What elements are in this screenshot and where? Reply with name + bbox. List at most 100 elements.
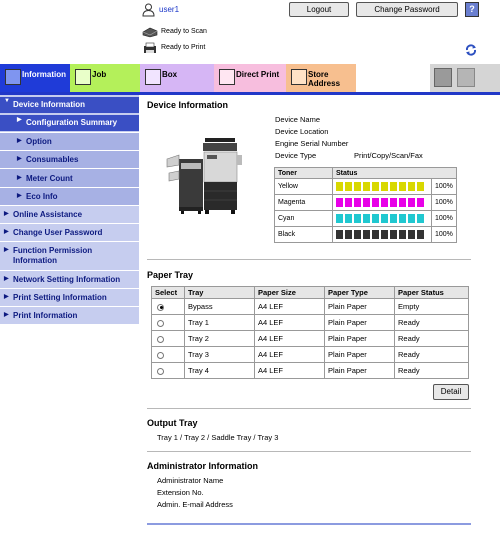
sidebar-item-label: Meter Count bbox=[26, 174, 73, 183]
tab-store-address[interactable]: Store Address bbox=[286, 64, 356, 92]
sidebar-item-label: Consumables bbox=[26, 155, 79, 164]
toner-segment bbox=[390, 214, 397, 223]
toner-segment bbox=[363, 230, 370, 239]
change-password-button[interactable]: Change Password bbox=[356, 2, 458, 17]
paper-type-header: Paper Type bbox=[324, 286, 395, 299]
sidebar-item-label: Configuration Summary bbox=[26, 118, 118, 127]
toner-segment bbox=[345, 182, 352, 191]
tab-information[interactable]: Information bbox=[0, 64, 70, 92]
tab-job[interactable]: Job bbox=[70, 64, 140, 92]
table-row: Tray 1 A4 LEF Plain Paper Ready bbox=[151, 314, 469, 331]
toner-segment bbox=[390, 230, 397, 239]
toner-segment bbox=[336, 214, 343, 223]
sidebar-item-label: Device Information bbox=[13, 100, 86, 109]
sidebar-item-label: Option bbox=[26, 137, 52, 146]
refresh-icon[interactable] bbox=[464, 43, 478, 57]
toner-level-bar bbox=[332, 194, 432, 211]
toner-segment bbox=[399, 230, 406, 239]
toner-segment bbox=[354, 230, 361, 239]
admin-info-title: Administrator Information bbox=[147, 461, 259, 471]
sidebar-item-print-information[interactable]: ▶ Print Information bbox=[0, 307, 139, 324]
bottom-divider bbox=[147, 523, 471, 525]
toner-segment bbox=[408, 214, 415, 223]
settings-device-icon[interactable] bbox=[434, 68, 452, 87]
section-divider bbox=[147, 408, 471, 409]
tray-radio-tray4[interactable] bbox=[157, 367, 164, 375]
sidebar-item-meter-count[interactable]: ▶ Meter Count bbox=[0, 169, 139, 187]
section-divider bbox=[147, 259, 471, 260]
device-location-label: Device Location bbox=[275, 127, 329, 136]
toner-segment bbox=[390, 182, 397, 191]
sidebar-item-eco-info[interactable]: ▶ Eco Info bbox=[0, 188, 139, 205]
help-button[interactable]: ? bbox=[465, 2, 479, 17]
copier-device-image bbox=[166, 138, 242, 214]
detail-button[interactable]: Detail bbox=[433, 384, 469, 400]
toner-level: 100% bbox=[431, 210, 457, 227]
toner-name: Yellow bbox=[274, 178, 333, 195]
sidebar-item-online-assistance[interactable]: ▶ Online Assistance bbox=[0, 206, 139, 223]
admin-name-label: Administrator Name bbox=[157, 476, 224, 485]
tray-radio-tray1[interactable] bbox=[157, 319, 164, 327]
sidebar-item-device-information[interactable]: ▼ Device Information bbox=[0, 97, 139, 113]
tab-direct-print-label: Direct Print bbox=[236, 70, 280, 79]
toner-segment bbox=[399, 198, 406, 207]
scanner-icon bbox=[142, 27, 158, 38]
sidebar-item-configuration-summary[interactable]: ▶ Configuration Summary bbox=[0, 115, 139, 131]
toner-level-bar bbox=[332, 178, 432, 195]
tray-header: Tray bbox=[184, 286, 255, 299]
extension-no-label: Extension No. bbox=[157, 488, 204, 497]
toner-segment bbox=[390, 198, 397, 207]
toner-bar-magenta bbox=[336, 198, 428, 207]
tray-name: Tray 1 bbox=[184, 314, 255, 331]
toner-segment bbox=[381, 198, 388, 207]
sidebar-item-function-permission-information[interactable]: ▶ Function Permission Information bbox=[0, 242, 139, 270]
section-divider bbox=[147, 451, 471, 452]
engine-serial-label: Engine Serial Number bbox=[275, 139, 349, 148]
admin-email-label: Admin. E-mail Address bbox=[157, 500, 233, 509]
table-row: Tray 2 A4 LEF Plain Paper Ready bbox=[151, 330, 469, 347]
toner-segment bbox=[381, 230, 388, 239]
information-icon bbox=[5, 69, 21, 85]
sidebar-item-label: Function Permission Information bbox=[13, 246, 92, 266]
tab-information-label: Information bbox=[22, 70, 66, 79]
sidebar-item-network-setting-information[interactable]: ▶ Network Setting Information bbox=[0, 271, 139, 288]
toner-segment bbox=[336, 182, 343, 191]
sidebar-item-option[interactable]: ▶ Option bbox=[0, 133, 139, 150]
logout-button[interactable]: Logout bbox=[289, 2, 349, 17]
store-address-icon bbox=[291, 69, 307, 85]
toner-segment bbox=[408, 182, 415, 191]
sidebar-item-consumables[interactable]: ▶ Consumables bbox=[0, 151, 139, 168]
toner-segment bbox=[408, 230, 415, 239]
toner-segment bbox=[417, 214, 424, 223]
toner-segment bbox=[417, 198, 424, 207]
table-row: Tray 4 A4 LEF Plain Paper Ready bbox=[151, 362, 469, 379]
paper-type: Plain Paper bbox=[324, 314, 395, 331]
tray-radio-tray2[interactable] bbox=[157, 335, 164, 343]
paper-type: Plain Paper bbox=[324, 346, 395, 363]
paper-status: Ready bbox=[394, 346, 469, 363]
toner-table: Toner Status Yellow 100% Magenta 100% Cy… bbox=[274, 167, 457, 243]
tab-direct-print[interactable]: Direct Print bbox=[214, 64, 286, 92]
select-header: Select bbox=[151, 286, 185, 299]
tray-name: Tray 3 bbox=[184, 346, 255, 363]
scan-status-text: Ready to Scan bbox=[161, 28, 207, 35]
toner-row-yellow: Yellow 100% bbox=[274, 178, 457, 195]
job-icon bbox=[75, 69, 91, 85]
toner-level: 100% bbox=[431, 194, 457, 211]
tab-box[interactable]: Box bbox=[140, 64, 214, 92]
sidebar-item-print-setting-information[interactable]: ▶ Print Setting Information bbox=[0, 289, 139, 306]
paper-size: A4 LEF bbox=[254, 298, 325, 315]
tab-job-label: Job bbox=[92, 70, 107, 79]
tray-radio-tray3[interactable] bbox=[157, 351, 164, 359]
sidebar-item-change-user-password[interactable]: ▶ Change User Password bbox=[0, 224, 139, 241]
panel-icon[interactable] bbox=[457, 68, 475, 87]
tray-radio-bypass[interactable] bbox=[157, 303, 164, 311]
toner-name: Black bbox=[274, 226, 333, 243]
tab-store-address-line2: Address bbox=[308, 79, 341, 88]
toner-segment bbox=[345, 214, 352, 223]
toner-segment bbox=[372, 182, 379, 191]
paper-size: A4 LEF bbox=[254, 362, 325, 379]
sidebar-item-label-line2: Information bbox=[13, 256, 57, 265]
toner-segment bbox=[363, 182, 370, 191]
device-info-title: Device Information bbox=[147, 100, 229, 110]
